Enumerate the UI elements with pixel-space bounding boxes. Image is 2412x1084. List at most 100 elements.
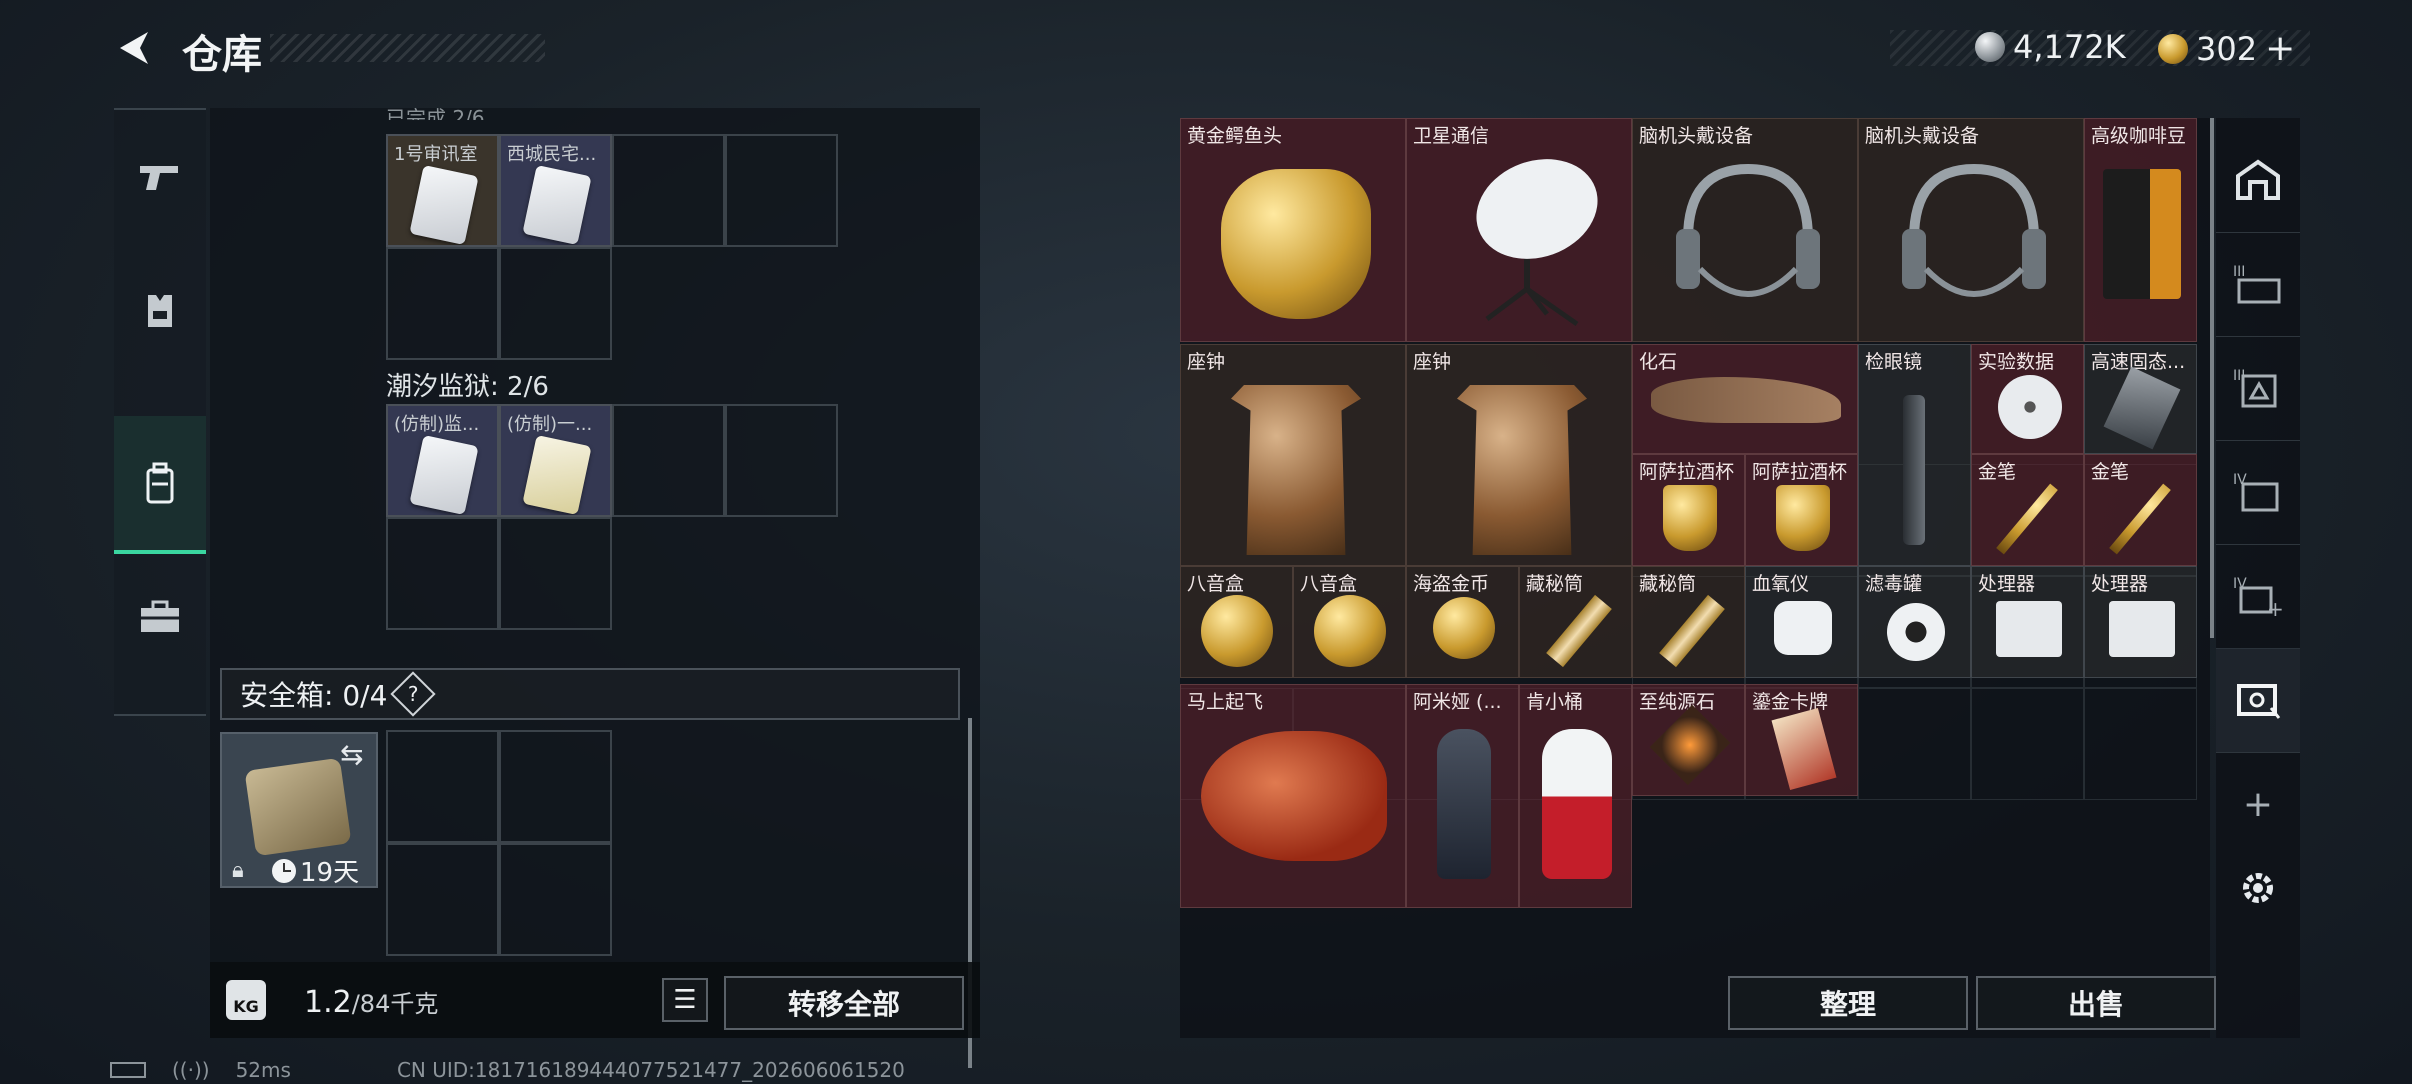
- svg-text:III: III: [2233, 264, 2245, 280]
- grid-slot[interactable]: [612, 134, 725, 247]
- grid-slot[interactable]: [386, 247, 499, 360]
- svg-text:+: +: [2267, 597, 2283, 618]
- help-icon[interactable]: ?: [390, 671, 437, 717]
- item-fossil[interactable]: 化石: [1632, 344, 1858, 454]
- keycard-item[interactable]: (仿制)一...: [499, 404, 612, 517]
- item-processor[interactable]: 处理器: [1971, 566, 2084, 678]
- keycard-item[interactable]: (仿制)监...: [386, 404, 499, 517]
- item-satellite-comm[interactable]: 卫星通信: [1406, 118, 1632, 342]
- tab-warehouse-3[interactable]: III: [2216, 232, 2300, 337]
- weight-readout: 1.2/84千克: [304, 985, 439, 1020]
- grid-slot[interactable]: [1858, 688, 1971, 800]
- item-desk-clock[interactable]: 座钟: [1406, 344, 1632, 566]
- tab-warehouse-special[interactable]: [2216, 648, 2300, 753]
- safe-box-item[interactable]: ⇆ 🔒︎ 19天: [220, 732, 378, 888]
- horse-statue-icon: [1201, 731, 1387, 861]
- item-pirate-coin[interactable]: 海盗金币: [1406, 566, 1519, 678]
- item-filter-canister[interactable]: 滤毒罐: [1858, 566, 1971, 678]
- item-asala-cup[interactable]: 阿萨拉酒杯: [1632, 454, 1745, 566]
- ping-text: 52ms: [235, 1058, 291, 1082]
- grid-slot[interactable]: [612, 404, 725, 517]
- cup-icon: [1776, 485, 1830, 551]
- tab-warehouse-4b[interactable]: IV +: [2216, 544, 2300, 649]
- tab-weapon[interactable]: [114, 110, 206, 244]
- item-gilded-card[interactable]: 鎏金卡牌: [1745, 684, 1858, 796]
- transfer-all-button[interactable]: 转移全部: [724, 976, 964, 1030]
- item-horse-statue[interactable]: 马上起飞: [1180, 684, 1406, 908]
- grid-slot[interactable]: [499, 517, 612, 630]
- item-amiya-figure[interactable]: 阿米娅 (...: [1406, 684, 1519, 908]
- oximeter-icon: [1774, 601, 1832, 655]
- item-ssd[interactable]: 高速固态...: [2084, 344, 2197, 454]
- warehouse-tabs: III III IV IV + +: [2216, 118, 2300, 1038]
- tab-warehouse-home[interactable]: [2216, 128, 2300, 233]
- title-decoration: [270, 34, 545, 62]
- pen-icon: [2109, 483, 2171, 555]
- warehouse-panel: 黄金鳄鱼头 卫星通信 脑机头戴设备 脑机头戴设备 高级咖啡豆 座钟 座钟 化石 …: [1180, 118, 2214, 1038]
- tab-warehouse-3b[interactable]: III: [2216, 336, 2300, 441]
- keycard-icon: [522, 164, 592, 245]
- item-oximeter[interactable]: 血氧仪: [1745, 566, 1858, 678]
- safe-slot[interactable]: [499, 843, 612, 956]
- item-ophthalmoscope[interactable]: 检眼镜: [1858, 344, 1971, 566]
- grid-slot[interactable]: [2084, 688, 2197, 800]
- safe-box-label: 安全箱: 0/4: [240, 679, 388, 712]
- silver-coin-icon: [1975, 32, 2005, 62]
- bucket-figure-icon: [1542, 729, 1612, 879]
- storage-iv-icon: IV: [2233, 472, 2279, 512]
- item-asala-cup[interactable]: 阿萨拉酒杯: [1745, 454, 1858, 566]
- list-view-button[interactable]: ☰: [662, 978, 708, 1022]
- gear-icon: [2243, 873, 2273, 903]
- tab-case[interactable]: [114, 550, 206, 684]
- coin-icon: [1433, 597, 1495, 659]
- safe-slot[interactable]: [386, 843, 499, 956]
- item-processor[interactable]: 处理器: [2084, 566, 2197, 678]
- wifi-icon: ((·)): [172, 1058, 210, 1082]
- grid-slot[interactable]: [1971, 688, 2084, 800]
- item-desk-clock[interactable]: 座钟: [1180, 344, 1406, 566]
- grid-slot[interactable]: [386, 517, 499, 630]
- keycard-item[interactable]: 西城民宅...: [499, 134, 612, 247]
- cryptex-icon: [1659, 594, 1725, 668]
- item-pure-originium[interactable]: 至纯源石: [1632, 684, 1745, 796]
- back-arrow-icon[interactable]: [112, 26, 156, 70]
- headset-icon: [1676, 163, 1820, 297]
- safe-slot[interactable]: [386, 730, 499, 843]
- section-label: 潮汐监狱: 2/6: [386, 372, 549, 402]
- swap-icon[interactable]: ⇆: [340, 738, 363, 771]
- keycard-item[interactable]: 1号审讯室: [386, 134, 499, 247]
- safe-slot[interactable]: [499, 730, 612, 843]
- item-music-box[interactable]: 八音盒: [1180, 566, 1293, 678]
- scrollbar[interactable]: [2210, 118, 2214, 638]
- tab-warehouse-4[interactable]: IV: [2216, 440, 2300, 545]
- add-currency-button[interactable]: +: [2265, 28, 2295, 69]
- sell-button[interactable]: 出售: [1976, 976, 2216, 1030]
- item-gold-croc-head[interactable]: 黄金鳄鱼头: [1180, 118, 1406, 342]
- storage-iii-icon: III: [2233, 368, 2277, 408]
- disc-icon: [1998, 375, 2062, 439]
- settings-button[interactable]: [2216, 836, 2300, 940]
- safe-box-header: 安全箱: 0/4 ?: [220, 668, 960, 720]
- item-cryptex[interactable]: 藏秘筒: [1632, 566, 1745, 678]
- item-bci-headset[interactable]: 脑机头戴设备: [1858, 118, 2084, 342]
- item-music-box[interactable]: 八音盒: [1293, 566, 1406, 678]
- item-bci-headset[interactable]: 脑机头戴设备: [1632, 118, 1858, 342]
- storage-iii-icon: III: [2233, 264, 2281, 304]
- silver-amount: 4,172K: [2013, 28, 2126, 66]
- tab-backpack[interactable]: [114, 416, 206, 554]
- desk-clock-icon: [1231, 385, 1361, 555]
- grid-slot[interactable]: [725, 134, 838, 247]
- organize-button[interactable]: 整理: [1728, 976, 1968, 1030]
- gun-icon: [140, 166, 178, 190]
- item-gold-pen[interactable]: 金笔: [1971, 454, 2084, 566]
- grid-slot[interactable]: [499, 247, 612, 360]
- svg-text:IV: IV: [2233, 472, 2247, 488]
- item-gold-pen[interactable]: 金笔: [2084, 454, 2197, 566]
- grid-slot[interactable]: [725, 404, 838, 517]
- item-experiment-data[interactable]: 实验数据: [1971, 344, 2084, 454]
- item-premium-coffee[interactable]: 高级咖啡豆: [2084, 118, 2197, 342]
- item-cryptex[interactable]: 藏秘筒: [1519, 566, 1632, 678]
- tab-armor[interactable]: [114, 244, 206, 378]
- item-kfc-bucket[interactable]: 肯小桶: [1519, 684, 1632, 908]
- gold-croc-head-icon: [1221, 169, 1371, 319]
